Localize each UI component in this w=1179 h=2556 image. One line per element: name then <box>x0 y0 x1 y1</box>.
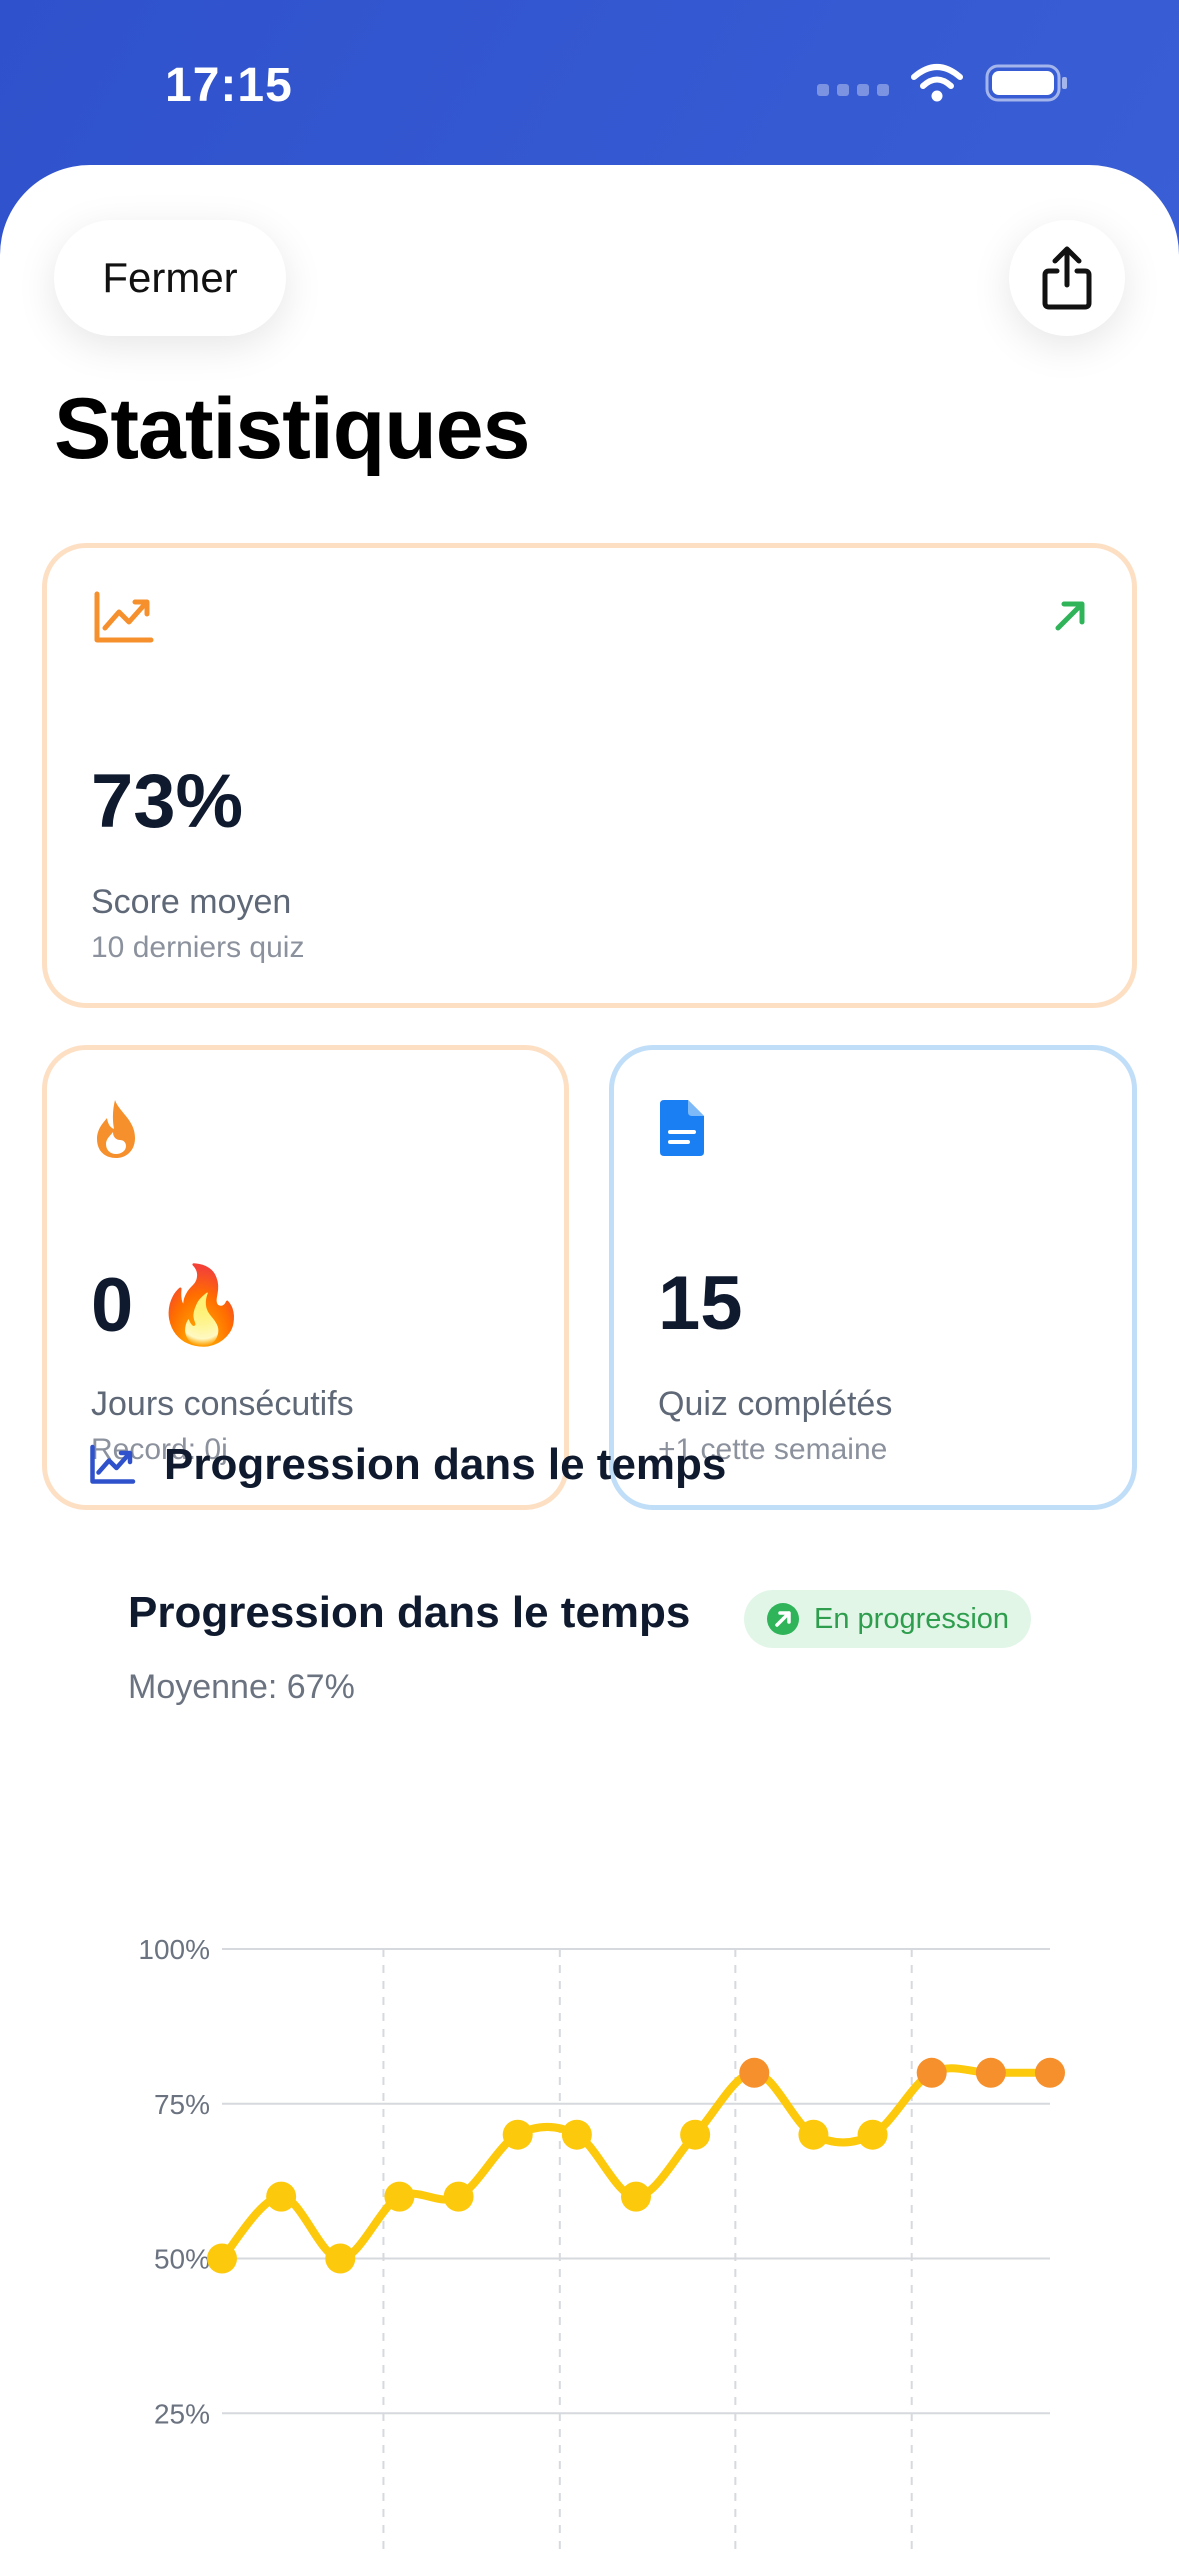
data-point[interactable] <box>798 2119 829 2150</box>
y-tick-label: 25% <box>154 2398 210 2429</box>
data-point[interactable] <box>443 2181 474 2212</box>
data-point[interactable] <box>384 2181 415 2212</box>
data-point[interactable] <box>916 2057 947 2088</box>
data-point[interactable] <box>325 2243 356 2274</box>
data-point[interactable] <box>857 2119 888 2150</box>
data-point[interactable] <box>680 2119 711 2150</box>
y-tick-label: 100% <box>138 1934 210 1965</box>
y-tick-label: 75% <box>154 2089 210 2120</box>
y-tick-label: 50% <box>154 2244 210 2275</box>
data-point[interactable] <box>207 2243 237 2274</box>
data-point[interactable] <box>266 2181 297 2212</box>
data-point[interactable] <box>975 2057 1006 2088</box>
progression-line-chart: 100% 75% 50% 25% <box>138 1934 1065 2556</box>
data-point[interactable] <box>561 2119 592 2150</box>
data-point[interactable] <box>502 2119 533 2150</box>
data-point[interactable] <box>739 2057 770 2088</box>
data-point[interactable] <box>621 2181 651 2212</box>
series-line <box>218 2064 1054 2263</box>
data-point[interactable] <box>1035 2057 1065 2088</box>
